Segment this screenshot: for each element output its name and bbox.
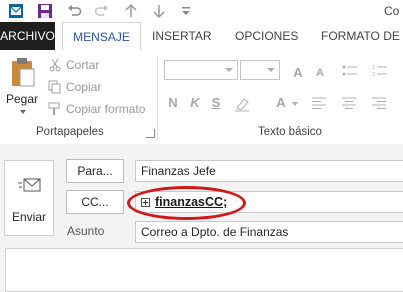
cc-recipient[interactable]: finanzasCC; [155,192,227,212]
customize-toolbar-icon[interactable] [178,3,194,19]
to-field[interactable]: Finanzas Jefe [135,160,403,182]
highlight-color-icon[interactable] [234,96,252,112]
tab-insertar[interactable]: INSERTAR [152,22,212,50]
chevron-down-icon [225,68,233,72]
bold-button[interactable]: N [166,94,180,112]
svg-text:1: 1 [372,65,375,71]
tab-archivo[interactable]: ARCHIVO [0,22,55,50]
ribbon-separator [157,56,158,140]
bullets-icon[interactable] [342,64,358,78]
envelope-send-icon [18,178,41,192]
compose-area: Enviar Para... Finanzas Jefe CC... finan… [0,144,403,292]
ribbon: Pegar Cortar Copiar Copiar formato Porta… [0,50,403,145]
tab-mensaje[interactable]: MENSAJE [62,22,141,51]
paste-dropdown-icon[interactable] [20,110,26,114]
paste-label: Pegar [6,92,39,106]
font-size-combo[interactable] [240,60,280,80]
cut-label: Cortar [66,58,100,72]
send-label: Enviar [11,210,46,224]
clipboard-launcher-icon[interactable] [146,129,155,138]
basic-text-group-label: Texto básico [258,126,322,138]
shrink-font-icon[interactable]: A [312,64,328,82]
message-body[interactable] [5,248,403,292]
grow-font-icon[interactable]: A [290,64,306,82]
arrow-up-icon[interactable] [123,3,139,19]
subject-field[interactable]: Correo a Dpto. de Finanzas [135,221,403,243]
clipboard-group-label: Portapapeles [36,126,104,138]
undo-icon[interactable] [66,3,82,19]
align-center-icon[interactable] [342,97,356,109]
ribbon-tabs: ARCHIVO MENSAJE INSERTAR OPCIONES FORMAT… [0,22,403,51]
copy-button[interactable]: Copiar [48,78,101,96]
outlook-app-icon [8,3,24,19]
chevron-down-icon [267,68,275,72]
align-left-icon[interactable] [312,97,326,109]
format-painter-label: Copiar formato [66,102,146,116]
subject-label: Asunto [67,224,105,238]
cc-field[interactable]: finanzasCC; [135,191,403,213]
numbering-icon[interactable]: 12 [372,64,388,78]
format-painter-icon [48,102,60,115]
scissors-icon [49,58,61,72]
clipboard-icon [12,58,35,87]
title-bar: Co [0,0,403,22]
italic-button[interactable]: K [188,94,202,112]
to-button[interactable]: Para... [66,159,124,183]
font-name-combo[interactable] [164,60,238,80]
copy-label: Copiar [66,80,102,94]
send-button[interactable]: Enviar [4,160,54,236]
cc-button[interactable]: CC... [66,190,124,214]
format-painter-button[interactable]: Copiar formato [48,100,145,118]
svg-text:2: 2 [372,72,375,78]
window-title: Co [384,4,400,18]
tab-opciones[interactable]: OPCIONES [235,22,298,50]
align-right-icon[interactable] [372,97,386,109]
expand-group-icon[interactable] [141,197,150,207]
cut-button[interactable]: Cortar [48,56,99,74]
font-color-button[interactable]: A [274,94,288,112]
redo-icon[interactable] [94,3,110,19]
copy-icon [48,80,61,94]
underline-button[interactable]: S [209,94,223,112]
save-icon[interactable] [37,3,53,19]
tab-formato[interactable]: FORMATO DE T [321,22,403,50]
paste-button[interactable]: Pegar [4,56,42,122]
arrow-down-icon[interactable] [151,3,167,19]
font-color-dropdown-icon[interactable] [292,102,298,106]
